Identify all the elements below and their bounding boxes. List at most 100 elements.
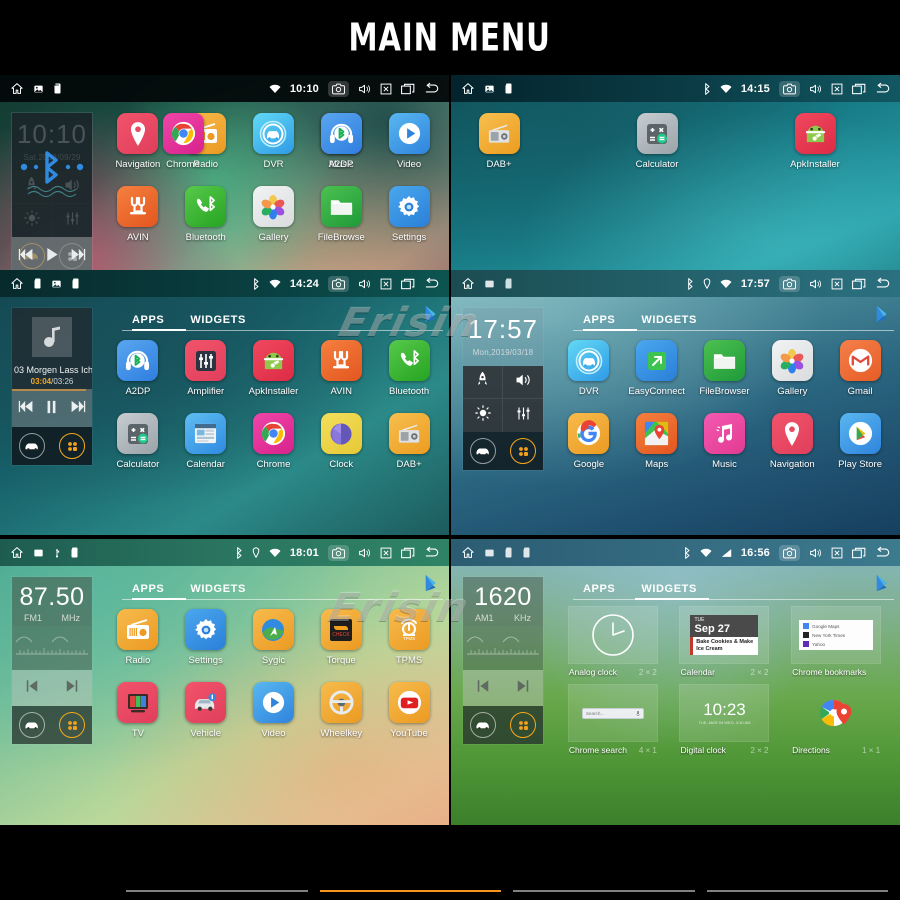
back-icon[interactable]	[424, 82, 440, 95]
back-icon[interactable]	[875, 546, 891, 559]
dock-apps-button[interactable]	[52, 706, 92, 744]
next-icon[interactable]	[70, 400, 86, 418]
dock-car-button[interactable]	[463, 432, 503, 470]
widget-directions[interactable]: Directions 1 × 1	[791, 684, 881, 755]
app-settings[interactable]: Settings	[173, 609, 239, 666]
close-x-icon[interactable]	[380, 83, 392, 95]
app-dab[interactable]: DAB+	[376, 413, 442, 470]
directions-preview[interactable]	[791, 684, 881, 742]
volume-icon[interactable]	[358, 83, 371, 95]
widget-calendar[interactable]: TUE Sep 27 Bake Cookies & Make Ice Cream	[679, 606, 770, 677]
widget-dock[interactable]	[12, 427, 92, 465]
home-icon[interactable]	[461, 546, 475, 559]
home-icon[interactable]	[10, 82, 24, 95]
app-radio[interactable]: Radio	[105, 609, 171, 666]
analog-clock-preview[interactable]	[567, 606, 658, 664]
app-music[interactable]: Music	[691, 413, 757, 470]
camera-icon[interactable]	[328, 80, 349, 97]
radio-transport[interactable]	[463, 670, 543, 706]
app-video[interactable]: Video	[240, 682, 306, 739]
tab-widgets[interactable]: WIDGETS	[641, 314, 697, 331]
back-icon[interactable]	[424, 277, 440, 290]
volume-icon[interactable]	[358, 278, 371, 290]
back-icon[interactable]	[424, 546, 440, 559]
widget-dock[interactable]	[463, 432, 543, 470]
chrome-search-preview[interactable]: Search...	[567, 684, 658, 742]
volume-icon[interactable]	[809, 547, 822, 559]
app-calculator[interactable]: Calculator	[105, 413, 171, 470]
close-x-icon[interactable]	[831, 547, 843, 559]
app-navigation[interactable]: Navigation	[759, 413, 825, 470]
dock-apps-button[interactable]	[503, 706, 543, 744]
close-x-icon[interactable]	[380, 547, 392, 559]
app-avin[interactable]: AVIN	[308, 340, 374, 397]
prev-icon[interactable]	[25, 679, 39, 698]
app-amplifier[interactable]: Amplifier	[173, 340, 239, 397]
tab-apps[interactable]: APPS	[583, 583, 615, 600]
dock-car-button[interactable]	[463, 706, 503, 744]
app-wheelkey[interactable]: Wheelkey	[308, 682, 374, 739]
app-dab[interactable]: DAB+	[466, 113, 532, 170]
app-apkinstaller[interactable]: ApkInstaller	[240, 340, 306, 397]
clock-widget[interactable]: 17:57 Mon,2019/03/18	[463, 308, 543, 366]
camera-icon[interactable]	[779, 80, 800, 97]
dock-car-button[interactable]	[12, 427, 52, 465]
app-a2dp[interactable]: A2DP	[105, 340, 171, 397]
app-tv[interactable]: TV	[105, 682, 171, 739]
app-a2dp[interactable]: A2DP	[308, 113, 374, 170]
play-store-icon[interactable]	[423, 574, 441, 600]
camera-icon[interactable]	[328, 275, 349, 292]
recents-icon[interactable]	[401, 278, 415, 290]
pause-icon[interactable]	[46, 400, 57, 419]
dock-car-button[interactable]	[12, 706, 52, 744]
app-sygic[interactable]: Sygic	[240, 609, 306, 666]
app-youtube[interactable]: YouTube	[376, 682, 442, 739]
tab-widgets[interactable]: WIDGETS	[190, 583, 246, 600]
panel-app-drawer-music[interactable]: 14:24 03 Morgen Lass Ich 03:04/03:26 APP…	[0, 270, 449, 535]
panel-widgets-am[interactable]: 16:56 1620 AM1 KHz APPS WIDGETS Analog c…	[451, 539, 900, 825]
app-google[interactable]: Google	[556, 413, 622, 470]
back-icon[interactable]	[875, 277, 891, 290]
recents-icon[interactable]	[852, 547, 866, 559]
close-x-icon[interactable]	[831, 83, 843, 95]
drawer-tabs[interactable]: APPS WIDGETS	[551, 566, 898, 600]
app-bluetooth[interactable]: Bluetooth	[376, 340, 442, 397]
widget-dock[interactable]	[463, 706, 543, 744]
radio-widget-panel[interactable]: 87.50 FM1 MHz	[11, 576, 93, 745]
music-transport[interactable]	[12, 391, 92, 427]
app-maps[interactable]: Maps	[624, 413, 690, 470]
app-apkinstaller[interactable]: ApkInstaller	[782, 113, 848, 170]
volume-icon[interactable]	[358, 547, 371, 559]
drawer-tabs[interactable]: APPS WIDGETS	[100, 566, 447, 600]
widget-chrome-search[interactable]: Search... Chrome search 4 × 1	[567, 684, 658, 755]
chrome-bookmarks-preview[interactable]: Google Maps New York Times Yahoo	[791, 606, 882, 664]
prev-icon[interactable]	[18, 248, 34, 266]
camera-icon[interactable]	[328, 544, 349, 561]
page-dot[interactable]	[126, 890, 308, 892]
dock-apps-button[interactable]	[52, 427, 92, 465]
music-widget-panel[interactable]: 03 Morgen Lass Ich 03:04/03:26	[11, 307, 93, 466]
home-icon[interactable]	[461, 277, 475, 290]
calendar-preview[interactable]: TUE Sep 27 Bake Cookies & Make Ice Cream	[679, 606, 770, 664]
app-gallery[interactable]: Gallery	[759, 340, 825, 397]
dock-apps-button[interactable]	[503, 432, 543, 470]
widget-analog-clock[interactable]: Analog clock 2 × 2	[567, 606, 658, 677]
app-gmail[interactable]: Gmail	[827, 340, 893, 397]
page-indicator[interactable]	[126, 890, 888, 892]
radio-transport[interactable]	[12, 670, 92, 706]
prev-icon[interactable]	[18, 400, 34, 418]
shortcut-equalizer[interactable]	[503, 399, 543, 432]
home-icon[interactable]	[10, 546, 24, 559]
play-store-icon[interactable]	[874, 574, 892, 600]
digital-clock-preview[interactable]: 10:23 TUE, MAR 04 WED, 3:30 AM	[679, 684, 770, 742]
back-icon[interactable]	[875, 82, 891, 95]
play-store-icon[interactable]	[874, 305, 892, 331]
shortcut-volume[interactable]	[503, 366, 543, 399]
drawer-tabs[interactable]: APPS WIDGETS	[551, 297, 898, 331]
widget-chrome-bookmarks[interactable]: Google Maps New York Times Yahoo Chrome …	[791, 606, 882, 677]
radio-widget-panel[interactable]: 1620 AM1 KHz	[462, 576, 544, 745]
close-x-icon[interactable]	[380, 278, 392, 290]
next-icon[interactable]	[516, 679, 530, 698]
shortcut-rocket[interactable]	[463, 366, 503, 399]
next-icon[interactable]	[65, 679, 79, 698]
